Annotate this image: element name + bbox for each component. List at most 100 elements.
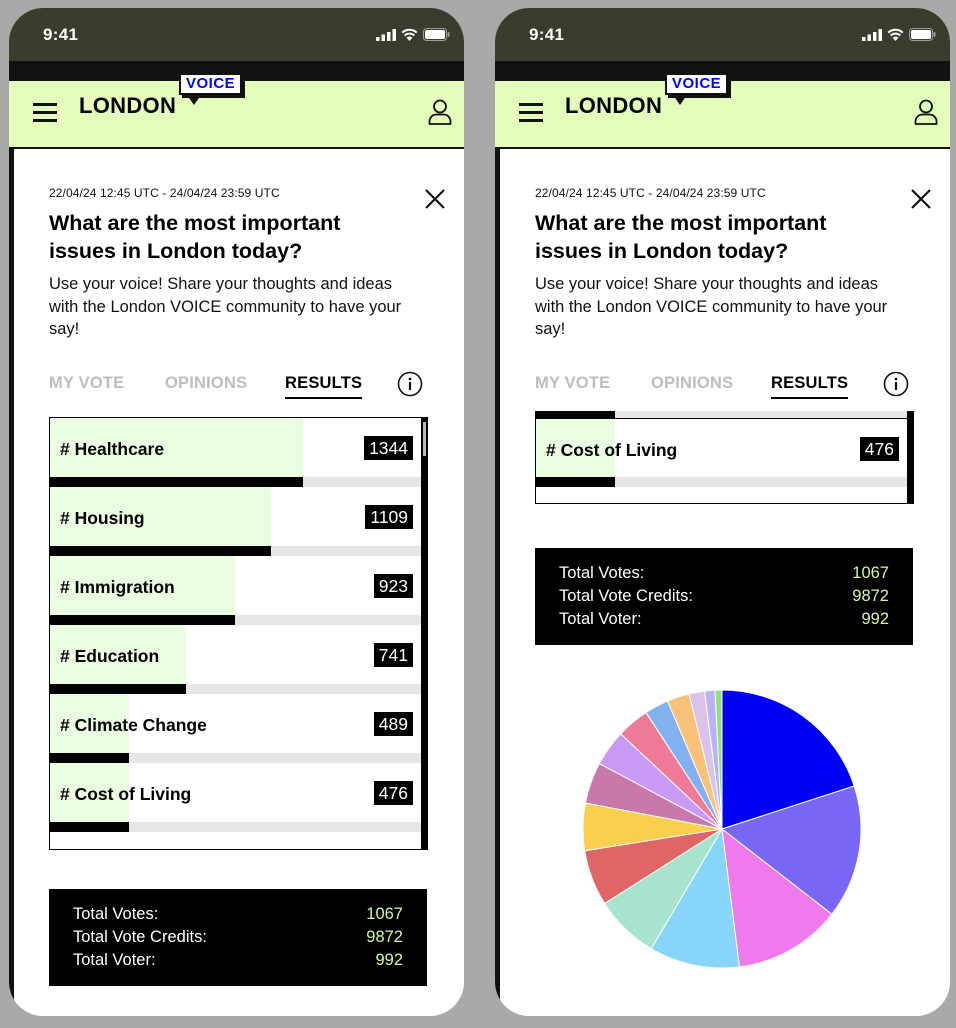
- logo[interactable]: LONDON VOICE: [79, 65, 249, 127]
- scrollbar-thumb[interactable]: [423, 422, 426, 456]
- result-bar: [50, 615, 235, 625]
- result-label: # Education: [60, 646, 160, 666]
- user-icon[interactable]: [914, 99, 938, 125]
- logo-word: LONDON: [79, 93, 177, 118]
- result-label: # Cost of Living: [546, 440, 678, 460]
- battery-icon: [423, 28, 450, 41]
- poll-tabs: MY VOTE OPINIONS RESULTS: [535, 371, 915, 404]
- totals-label: Total Voter:: [559, 610, 642, 628]
- tab-opinions[interactable]: OPINIONS: [165, 374, 247, 393]
- poll-date-range: 22/04/24 12:45 UTC - 24/04/24 23:59 UTC: [535, 186, 766, 200]
- scrollbar[interactable]: [907, 411, 913, 503]
- result-count-badge: 476: [373, 781, 413, 805]
- status-bar: 9:41: [9, 8, 464, 61]
- phone-results-chart: 9:41 LONDON VOICE 22/04/24 12:45 UTC - 2…: [495, 8, 950, 1016]
- totals-row: Total Voter: 992: [73, 949, 403, 972]
- result-count-badge: 476: [859, 437, 899, 461]
- speech-bubble-tail: [673, 95, 687, 105]
- totals-value: 992: [861, 610, 889, 628]
- results-list[interactable]: # Healthcare 1344 # Housing 1109 # Immigrati…: [49, 417, 428, 850]
- result-item[interactable]: # Education 741: [50, 625, 427, 694]
- results-pie-chart: [582, 689, 862, 969]
- totals-row: Total Vote Credits: 9872: [559, 585, 889, 608]
- totals-value: 992: [375, 951, 403, 969]
- result-item[interactable]: # Cost of Living 476: [50, 763, 427, 832]
- result-item[interactable]: # Cost of Living 476: [536, 418, 913, 487]
- totals-row: Total Voter: 992: [559, 608, 889, 631]
- result-bar: [536, 477, 616, 487]
- totals-panel: Total Votes: 1067 Total Vote Credits: 9872 T…: [49, 889, 427, 986]
- app-header: LONDON VOICE: [495, 73, 950, 149]
- tab-my-vote[interactable]: MY VOTE: [49, 374, 124, 393]
- close-icon[interactable]: [906, 184, 936, 214]
- totals-label: Total Vote Credits:: [73, 928, 207, 946]
- user-icon[interactable]: [428, 99, 452, 125]
- menu-icon[interactable]: [519, 103, 543, 123]
- poll-date-range: 22/04/24 12:45 UTC - 24/04/24 23:59 UTC: [49, 186, 280, 200]
- tab-results[interactable]: RESULTS: [285, 374, 363, 399]
- content-edge: [9, 149, 14, 1013]
- tab-my-vote[interactable]: MY VOTE: [535, 374, 610, 393]
- result-item[interactable]: # Housing 1109: [50, 487, 427, 556]
- speech-bubble-tail: [187, 95, 201, 105]
- status-time: 9:41: [529, 25, 565, 44]
- screen: 9:41 LONDON VOICE 22/04/24 12:45 UTC - 2…: [0, 0, 956, 1028]
- status-icons: [376, 28, 450, 41]
- info-icon[interactable]: [883, 371, 909, 397]
- app-header: LONDON VOICE: [9, 73, 464, 149]
- tab-results[interactable]: RESULTS: [771, 374, 849, 399]
- result-bar: [50, 753, 130, 763]
- result-count-badge: 923: [373, 574, 413, 598]
- wifi-icon: [887, 28, 904, 41]
- result-bar: [50, 546, 271, 556]
- poll-content: 22/04/24 12:45 UTC - 24/04/24 23:59 UTC …: [535, 186, 931, 399]
- totals-value: 1067: [852, 564, 889, 582]
- result-count-badge: 1344: [364, 436, 413, 460]
- totals-row: Total Votes: 1067: [559, 562, 889, 585]
- signal-icon: [376, 29, 396, 41]
- poll-content: 22/04/24 12:45 UTC - 24/04/24 23:59 UTC …: [49, 186, 445, 399]
- totals-label: Total Voter:: [73, 951, 156, 969]
- logo-word: LONDON: [565, 93, 663, 118]
- result-count-badge: 1109: [365, 505, 413, 529]
- result-count-badge: 741: [373, 643, 413, 667]
- status-bar: 9:41: [495, 8, 950, 61]
- tab-opinions[interactable]: OPINIONS: [651, 374, 733, 393]
- menu-icon[interactable]: [33, 103, 57, 123]
- scrollbar[interactable]: [421, 418, 427, 849]
- result-bar: [50, 822, 130, 832]
- status-icons: [862, 28, 936, 41]
- results-list[interactable]: # Cost of Living 476: [535, 411, 914, 504]
- totals-value: 9872: [852, 587, 889, 605]
- result-label: # Immigration: [60, 577, 175, 597]
- result-item[interactable]: # Healthcare 1344: [50, 418, 427, 487]
- info-icon[interactable]: [397, 371, 423, 397]
- content-edge: [495, 149, 500, 1013]
- logo-badge: VOICE: [665, 73, 729, 95]
- result-bar: [50, 477, 303, 487]
- signal-icon: [862, 29, 882, 41]
- wifi-icon: [401, 28, 418, 41]
- result-bar-partial: [536, 411, 913, 418]
- totals-label: Total Votes:: [73, 905, 159, 923]
- result-label: # Housing: [60, 508, 145, 528]
- totals-panel: Total Votes: 1067 Total Vote Credits: 9872 T…: [535, 548, 913, 645]
- result-item[interactable]: # Climate Change 489: [50, 694, 427, 763]
- result-bar: [50, 684, 186, 694]
- logo[interactable]: LONDON VOICE: [565, 65, 735, 127]
- totals-value: 1067: [366, 905, 403, 923]
- totals-label: Total Votes:: [559, 564, 645, 582]
- battery-icon: [909, 28, 936, 41]
- totals-row: Total Votes: 1067: [73, 903, 403, 926]
- close-icon[interactable]: [420, 184, 450, 214]
- totals-row: Total Vote Credits: 9872: [73, 926, 403, 949]
- poll-tabs: MY VOTE OPINIONS RESULTS: [49, 371, 429, 404]
- phone-results-list: 9:41 LONDON VOICE 22/04/24 12:45 UTC - 2…: [9, 8, 464, 1016]
- result-label: # Climate Change: [60, 715, 207, 735]
- poll-description: Use your voice! Share your thoughts and …: [535, 275, 888, 338]
- result-label: # Healthcare: [60, 439, 165, 459]
- poll-title: What are the most important issues in Lo…: [535, 211, 827, 263]
- poll-description: Use your voice! Share your thoughts and …: [49, 275, 402, 338]
- result-label: # Cost of Living: [60, 784, 192, 804]
- result-item[interactable]: # Immigration 923: [50, 556, 427, 625]
